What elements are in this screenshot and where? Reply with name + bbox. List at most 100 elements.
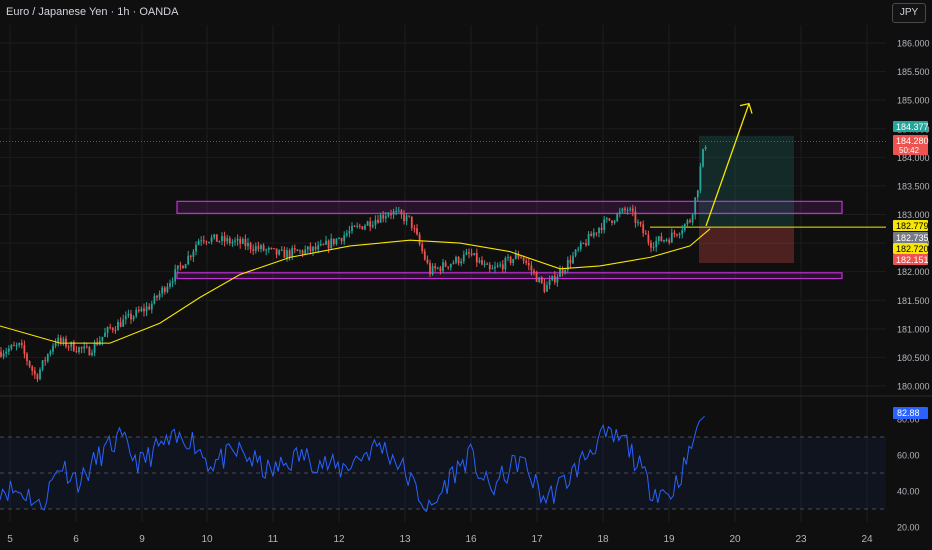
candle-body-256 (665, 239, 668, 241)
price-tag-0: 184.377 (896, 122, 929, 132)
candle-body-14 (36, 374, 39, 380)
time-tick-5: 12 (333, 534, 345, 545)
candle-body-55 (143, 308, 145, 312)
candle-body-98 (254, 246, 257, 251)
candle-body-161 (418, 234, 421, 245)
candle-body-254 (660, 236, 663, 242)
candle-body-130 (338, 238, 340, 240)
candle-body-245 (637, 222, 639, 224)
candle-body-33 (85, 346, 88, 348)
candle-body-185 (481, 260, 483, 265)
candle-body-258 (670, 232, 673, 243)
candle-body-117 (304, 249, 307, 254)
candle-body-36 (93, 342, 96, 353)
candle-body-132 (343, 235, 346, 242)
candle-body-160 (416, 228, 418, 235)
candle-body-131 (340, 238, 343, 242)
candle-body-82 (213, 234, 216, 238)
candle-body-176 (457, 257, 460, 264)
candle-body-264 (686, 220, 689, 225)
candle-body-136 (353, 225, 356, 227)
candle-body-35 (91, 352, 93, 356)
symbol-title[interactable]: Euro / Japanese Yen · 1h · OANDA (6, 6, 178, 18)
candle-body-198 (514, 254, 517, 260)
candle-body-93 (241, 238, 244, 244)
candle-body-77 (200, 240, 203, 242)
candle-body-39 (101, 336, 104, 341)
candle-body-244 (634, 211, 637, 224)
candle-body-116 (301, 250, 304, 254)
candle-body-147 (382, 214, 385, 219)
candle-body-105 (273, 248, 275, 250)
candle-body-196 (509, 256, 512, 263)
candle-body-252 (655, 240, 658, 248)
candle-body-30 (78, 347, 80, 353)
time-tick-12: 23 (795, 534, 807, 545)
candle-body-16 (41, 360, 44, 370)
candle-body-189 (491, 268, 494, 270)
candle-body-168 (436, 267, 439, 269)
candle-body-59 (153, 295, 156, 304)
candle-body-62 (161, 287, 164, 294)
candle-body-211 (548, 280, 551, 286)
candle-body-78 (202, 240, 205, 242)
candle-body-228 (592, 232, 595, 237)
candle-body-49 (127, 313, 130, 316)
candle-body-265 (689, 220, 691, 223)
rsi-value-tag: 82.88 (897, 408, 920, 418)
candle-body-153 (397, 210, 400, 212)
candle-body-229 (595, 232, 598, 234)
candle-body-7 (18, 343, 21, 346)
drawings[interactable] (0, 102, 886, 280)
candle-body-61 (158, 293, 161, 298)
candle-body-90 (234, 240, 236, 243)
time-tick-3: 10 (201, 534, 213, 545)
candle-body-20 (52, 345, 54, 352)
candle-body-266 (691, 214, 694, 223)
candle-body-143 (371, 224, 374, 227)
candle-body-175 (455, 257, 457, 263)
candle-body-2 (5, 351, 8, 354)
candle-body-163 (423, 251, 426, 260)
price-tick-11: 180.500 (897, 353, 930, 363)
candle-body-145 (377, 219, 379, 223)
candle-body-238 (618, 211, 621, 214)
candle-body-69 (179, 265, 182, 267)
candle-body-9 (23, 345, 26, 354)
candle-body-251 (652, 247, 655, 249)
candle-body-124 (322, 244, 325, 246)
candle-body-94 (244, 238, 247, 247)
chart-canvas[interactable]: 186.000185.500185.000184.500184.000183.5… (0, 0, 932, 550)
time-tick-2: 9 (139, 534, 145, 545)
candle-body-188 (488, 264, 491, 270)
currency-button[interactable]: JPY (892, 3, 926, 23)
candle-body-43 (111, 328, 114, 331)
price-tick-5: 183.500 (897, 181, 930, 191)
candle-body-12 (31, 366, 34, 371)
candle-body-144 (374, 219, 377, 225)
candle-body-84 (218, 241, 221, 243)
candle-body-21 (54, 343, 57, 346)
candle-body-125 (325, 240, 327, 245)
candle-body-134 (348, 230, 351, 234)
candle-body-47 (122, 319, 125, 327)
candle-body-162 (421, 244, 424, 252)
candle-body-87 (226, 238, 229, 242)
candle-body-191 (496, 265, 499, 267)
price-tick-10: 181.000 (897, 324, 930, 334)
candle-body-11 (28, 361, 31, 367)
price-tick-6: 183.000 (897, 210, 930, 220)
candle-body-97 (252, 249, 255, 251)
candle-body-88 (228, 238, 231, 244)
candle-body-203 (527, 262, 530, 266)
candle-body-219 (569, 259, 572, 264)
candle-body-118 (306, 246, 309, 250)
candle-body-29 (75, 351, 78, 353)
candle-body-129 (335, 238, 338, 245)
price-tag-4: 182.720 (896, 244, 929, 254)
candle-body-271 (704, 147, 707, 149)
candle-body-267 (694, 197, 697, 215)
candle-body-226 (587, 233, 590, 246)
candle-body-45 (117, 322, 119, 331)
time-tick-10: 19 (663, 534, 675, 545)
